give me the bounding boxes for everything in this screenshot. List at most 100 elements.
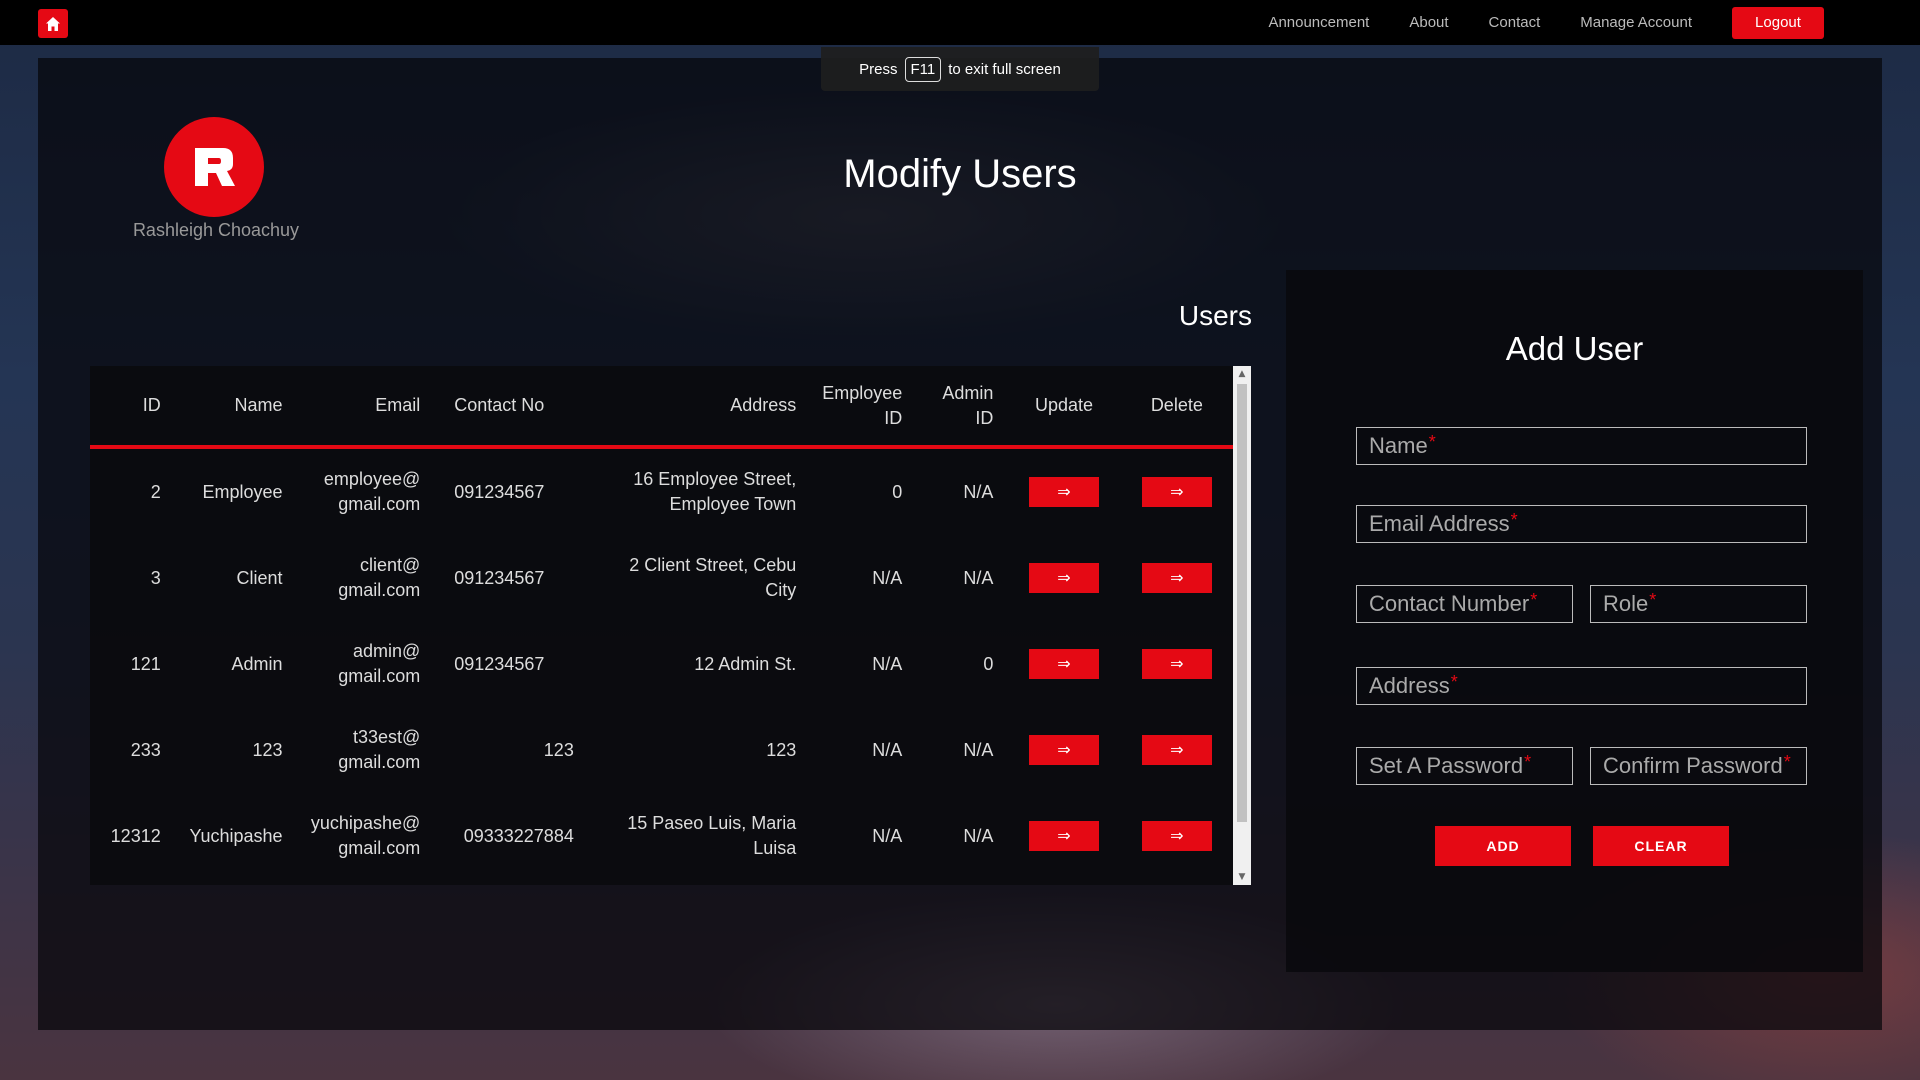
update-button[interactable]: ⇒ [1029, 477, 1099, 507]
nav-announcement[interactable]: Announcement [1268, 14, 1369, 31]
contact-placeholder: Contact Number [1369, 591, 1530, 616]
cell-address-line1: 2 Client Street, Cebu [629, 555, 797, 575]
table-row: 233 123 t33est@ gmail.com 123 123 N/A N/A… [90, 707, 1233, 793]
cell-email-line2: gmail.com [338, 494, 421, 514]
cell-address-line1: 123 [766, 739, 797, 760]
name-field[interactable]: Name * [1356, 427, 1807, 465]
password-placeholder: Set A Password [1369, 753, 1524, 778]
home-button[interactable] [38, 9, 68, 38]
cell-email-line1: t33est@ [352, 727, 421, 747]
cell-id: 3 [150, 567, 161, 588]
cell-employee-id: N/A [872, 653, 903, 674]
cell-address: 15 Paseo Luis, Maria Luisa [588, 793, 810, 879]
required-marker: * [1510, 510, 1518, 530]
cell-email-line1: yuchipashe@ [310, 813, 421, 833]
nav-manage-account[interactable]: Manage Account [1580, 14, 1692, 31]
scrollbar-thumb[interactable] [1237, 384, 1247, 822]
col-header-name: Name [174, 366, 297, 449]
delete-button[interactable]: ⇒ [1141, 821, 1212, 851]
cell-admin-id: N/A [963, 825, 994, 846]
email-field[interactable]: Email Address * [1356, 505, 1807, 543]
col-header-email: Email [296, 366, 435, 449]
delete-button[interactable]: ⇒ [1141, 735, 1212, 765]
cell-name: Yuchipashe [189, 825, 283, 846]
cell-address-line1: 15 Paseo Luis, Maria [627, 813, 797, 833]
scroll-up-arrow-icon[interactable]: ▲ [1233, 366, 1251, 382]
clear-button[interactable]: CLEAR [1593, 826, 1729, 866]
brand-name: Rashleigh Choachuy [132, 220, 300, 240]
cell-contact: 091234567 [454, 567, 545, 588]
table-scrollbar[interactable]: ▲ ▼ [1233, 366, 1251, 885]
fullscreen-notice: Press F11 to exit full screen [821, 47, 1099, 91]
cell-id: 12312 [110, 825, 161, 846]
users-table-container: ID Name Email Contact No Address Employe… [90, 366, 1251, 885]
col-header-update: Update [1007, 366, 1121, 449]
cell-address: 12 Admin St. [588, 621, 810, 707]
brand-logo [164, 117, 264, 217]
address-field[interactable]: Address * [1356, 667, 1807, 705]
table-header-row: ID Name Email Contact No Address Employe… [90, 366, 1233, 449]
table-row: 3 Client client@ gmail.com 091234567 2 Cl… [90, 535, 1233, 621]
top-nav-bar: Announcement About Contact Manage Accoun… [0, 0, 1920, 45]
cell-email: client@ gmail.com [297, 535, 435, 621]
cell-address: 2 Client Street, Cebu City [588, 535, 810, 621]
cell-contact: 123 [543, 739, 574, 760]
role-placeholder: Role [1603, 591, 1649, 616]
cell-id: 2 [150, 481, 161, 502]
cell-id: 233 [130, 739, 161, 760]
fullscreen-notice-prefix: Press [859, 60, 898, 78]
cell-email: yuchipashe@ gmail.com [297, 793, 435, 879]
password-field[interactable]: Set A Password * [1356, 747, 1573, 785]
required-marker: * [1524, 752, 1532, 772]
role-field[interactable]: Role * [1590, 585, 1807, 623]
delete-button[interactable]: ⇒ [1141, 477, 1212, 507]
col-header-employee-id: Employee ID [810, 366, 917, 449]
cell-email-line1: admin@ [352, 641, 421, 661]
cell-admin-id: N/A [963, 481, 994, 502]
col-header-admin-id: Admin ID [916, 366, 1008, 449]
update-button[interactable]: ⇒ [1029, 649, 1099, 679]
required-marker: * [1783, 752, 1791, 772]
cell-address-line2: Luisa [753, 838, 797, 858]
contact-number-field[interactable]: Contact Number * [1356, 585, 1573, 623]
cell-name: Admin [231, 653, 283, 674]
table-row: 12312 Yuchipashe yuchipashe@ gmail.com 09… [90, 793, 1233, 879]
cell-email: admin@ gmail.com [297, 621, 435, 707]
required-marker: * [1450, 672, 1458, 692]
email-placeholder: Email Address [1369, 511, 1510, 536]
confirm-placeholder: Confirm Password [1603, 753, 1783, 778]
cell-employee-id: N/A [872, 825, 903, 846]
update-button[interactable]: ⇒ [1029, 821, 1099, 851]
cell-email: t33est@ gmail.com [297, 707, 435, 793]
form-title: Add User [1505, 330, 1644, 367]
delete-button[interactable]: ⇒ [1141, 563, 1212, 593]
nav-about[interactable]: About [1409, 14, 1448, 31]
confirm-password-field[interactable]: Confirm Password * [1590, 747, 1807, 785]
cell-name: Employee [202, 481, 283, 502]
required-marker: * [1428, 432, 1436, 452]
logout-button[interactable]: Logout [1732, 6, 1824, 39]
cell-admin-id: N/A [963, 739, 994, 760]
col-header-admin-id-line1: Admin [942, 382, 994, 403]
table-row: 121 Admin admin@ gmail.com 091234567 12 A… [90, 621, 1233, 707]
scroll-down-arrow-icon[interactable]: ▼ [1233, 869, 1251, 885]
table-row: 2 Employee employee@ gmail.com 091234567 … [90, 447, 1233, 535]
col-header-address: Address [587, 366, 811, 449]
col-header-admin-id-line2: ID [975, 407, 994, 428]
update-button[interactable]: ⇒ [1029, 563, 1099, 593]
required-marker: * [1649, 590, 1657, 610]
cell-address-line1: 16 Employee Street, [633, 469, 797, 489]
cell-name: 123 [252, 739, 283, 760]
table-heading: Users [1178, 300, 1252, 331]
nav-contact[interactable]: Contact [1489, 14, 1541, 31]
page-title: Modify Users [843, 152, 1077, 196]
cell-contact: 091234567 [454, 653, 545, 674]
cell-email-line2: gmail.com [338, 838, 421, 858]
update-button[interactable]: ⇒ [1029, 735, 1099, 765]
add-button[interactable]: ADD [1435, 826, 1571, 866]
cell-email-line2: gmail.com [338, 666, 421, 686]
cell-email-line2: gmail.com [338, 752, 421, 772]
logo-r-icon [195, 148, 235, 186]
cell-address-line2: City [765, 580, 797, 600]
delete-button[interactable]: ⇒ [1141, 649, 1212, 679]
